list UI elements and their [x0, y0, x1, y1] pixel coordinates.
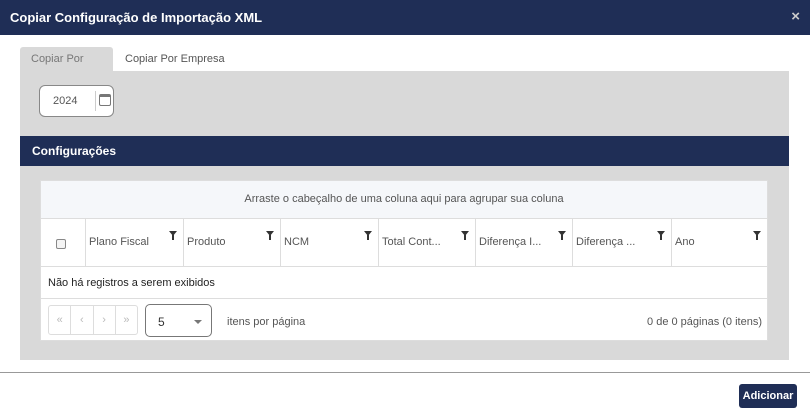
dialog-title: Copiar Configuração de Importação XML [10, 10, 263, 25]
tab-copiar-por-ano[interactable]: Copiar Por Ano [20, 47, 113, 89]
column-header[interactable]: Plano Fiscal [85, 219, 183, 266]
select-all-cell [41, 219, 85, 266]
column-header[interactable]: Diferença I... [475, 219, 572, 266]
column-header[interactable]: NCM [280, 219, 378, 266]
close-icon[interactable]: × [791, 8, 800, 25]
column-header[interactable]: Diferença ... [572, 219, 671, 266]
filter-icon[interactable] [169, 231, 177, 240]
pager-info: 0 de 0 páginas (0 itens) [647, 316, 762, 328]
page-size-select[interactable]: 5 [145, 304, 212, 337]
add-button[interactable]: Adicionar [739, 384, 797, 408]
column-label: Diferença I... [479, 236, 542, 248]
calendar-icon[interactable] [99, 94, 111, 106]
filter-icon[interactable] [461, 231, 469, 240]
footer-divider [0, 372, 810, 373]
column-header[interactable]: Produto [183, 219, 280, 266]
grid-header: Plano Fiscal Produto NCM Total Cont... D… [41, 219, 767, 267]
year-value: 2024 [53, 95, 78, 107]
divider [95, 91, 96, 111]
column-label: Ano [675, 236, 695, 248]
filter-icon[interactable] [558, 231, 566, 240]
first-page-button[interactable]: « [49, 306, 70, 334]
pager: « ‹ › » 5 itens por página 0 de 0 página… [41, 299, 767, 341]
column-label: Total Cont... [382, 236, 441, 248]
last-page-button[interactable]: » [114, 306, 137, 334]
empty-message: Não há registros a serem exibidos [41, 267, 767, 299]
column-label: Plano Fiscal [89, 236, 149, 248]
filter-icon[interactable] [364, 231, 372, 240]
dialog-header: Copiar Configuração de Importação XML × [0, 0, 810, 35]
items-per-page-label: itens por página [227, 316, 306, 328]
column-label: Diferença ... [576, 236, 636, 248]
filter-icon[interactable] [657, 231, 665, 240]
data-grid: Arraste o cabeçalho de uma coluna aqui p… [40, 180, 768, 341]
column-label: NCM [284, 236, 310, 248]
year-input[interactable]: 2024 [39, 85, 114, 117]
column-header[interactable]: Total Cont... [378, 219, 475, 266]
filter-icon[interactable] [753, 231, 761, 240]
prev-page-button[interactable]: ‹ [70, 306, 92, 334]
tab-copiar-por-empresa[interactable]: Copiar Por Empresa [114, 47, 236, 71]
section-title: Configurações [20, 136, 789, 166]
select-all-checkbox[interactable] [56, 239, 66, 249]
column-label: Produto [187, 236, 226, 248]
group-panel[interactable]: Arraste o cabeçalho de uma coluna aqui p… [41, 181, 767, 219]
next-page-button[interactable]: › [92, 306, 115, 334]
page-size-value: 5 [158, 315, 165, 329]
chevron-down-icon [194, 320, 202, 324]
tab-panel: 2024 Configurações Arraste o cabeçalho d… [20, 71, 789, 360]
filter-icon[interactable] [266, 231, 274, 240]
column-header[interactable]: Ano [671, 219, 767, 266]
